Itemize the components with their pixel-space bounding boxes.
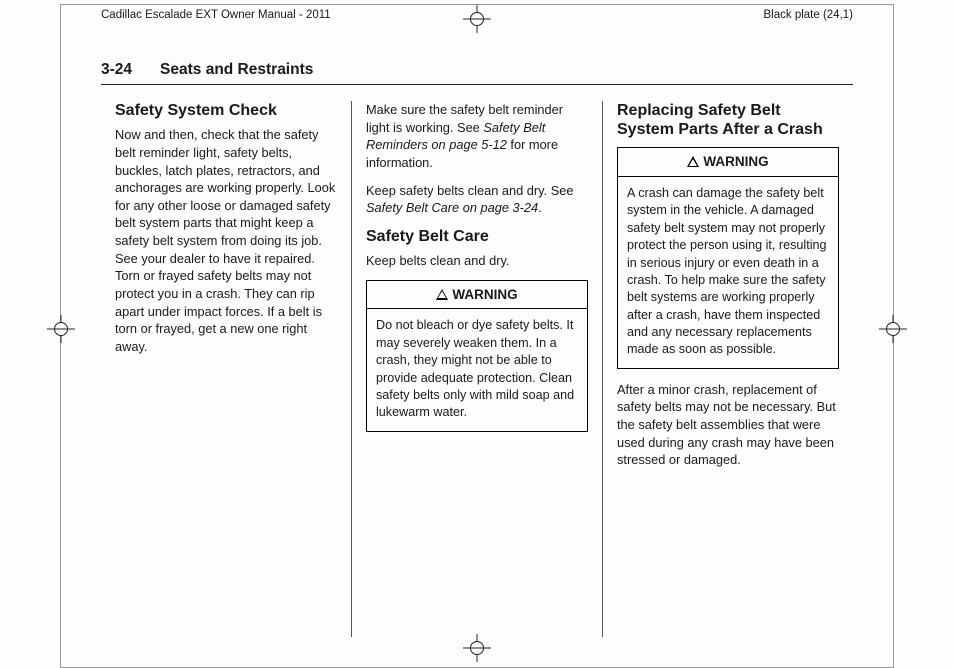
print-header: Cadillac Escalade EXT Owner Manual - 201… (61, 5, 893, 21)
section-title: Seats and Restraints (160, 61, 313, 79)
column-2: Make sure the safety belt reminder light… (351, 101, 602, 637)
column-3: Replacing Safety Belt System Parts After… (602, 101, 853, 637)
register-mark-right (879, 315, 907, 348)
warning-icon (687, 156, 699, 167)
heading-safety-belt-care: Safety Belt Care (366, 227, 588, 246)
heading-replacing-parts: Replacing Safety Belt System Parts After… (617, 101, 839, 139)
register-mark-bottom (463, 634, 491, 667)
columns: Safety System Check Now and then, check … (101, 101, 853, 637)
warning-icon (436, 289, 448, 300)
header-right: Black plate (24,1) (764, 9, 854, 21)
register-mark-left (47, 315, 75, 348)
body-text: Keep safety belts clean and dry. See Saf… (366, 182, 588, 217)
text-run: Keep safety belts clean and dry. See (366, 183, 574, 198)
column-1: Safety System Check Now and then, check … (101, 101, 351, 637)
body-text: Make sure the safety belt reminder light… (366, 101, 588, 172)
body-text: Now and then, check that the safety belt… (115, 126, 337, 356)
warning-label: WARNING (452, 287, 517, 302)
warning-header: WARNING (367, 281, 587, 310)
body-text: Keep belts clean and dry. (366, 252, 588, 270)
warning-body: Do not bleach or dye safety belts. It ma… (367, 309, 587, 430)
page-content: 3-24 Seats and Restraints Safety System … (101, 61, 853, 637)
body-text: After a minor crash, replacement of safe… (617, 381, 839, 469)
header-left: Cadillac Escalade EXT Owner Manual - 201… (101, 9, 331, 21)
page-number: 3-24 (101, 61, 132, 79)
page-frame: Cadillac Escalade EXT Owner Manual - 201… (60, 4, 894, 668)
warning-box: WARNING Do not bleach or dye safety belt… (366, 280, 588, 432)
running-head: 3-24 Seats and Restraints (101, 61, 853, 85)
heading-safety-system-check: Safety System Check (115, 101, 337, 120)
text-run: . (538, 200, 542, 215)
register-mark-top (463, 5, 491, 36)
warning-label: WARNING (703, 154, 768, 169)
warning-box: WARNING A crash can damage the safety be… (617, 147, 839, 368)
warning-body: A crash can damage the safety belt syste… (618, 177, 838, 368)
warning-header: WARNING (618, 148, 838, 177)
cross-reference: Safety Belt Care on page 3‑24 (366, 200, 538, 215)
